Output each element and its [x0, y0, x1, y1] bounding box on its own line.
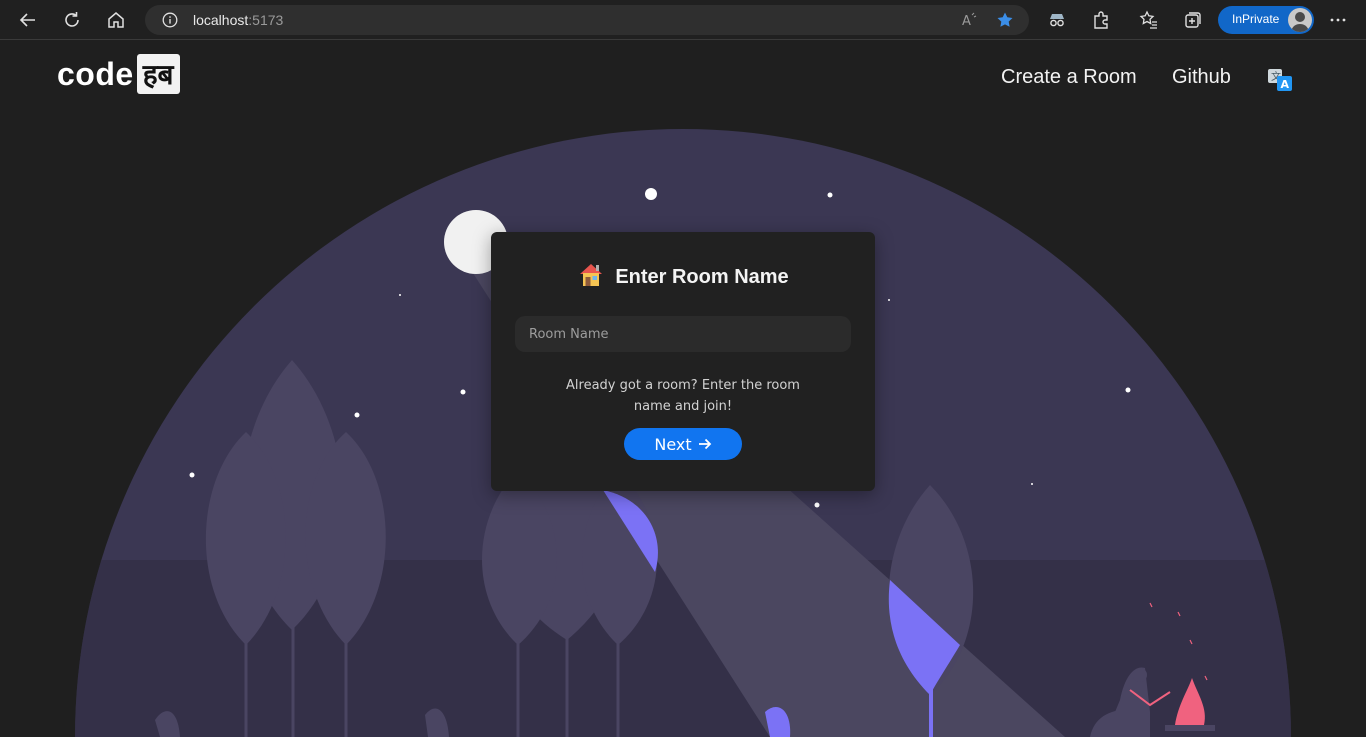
house-icon — [577, 262, 605, 292]
room-name-input[interactable] — [515, 316, 851, 352]
nav-create-room-link[interactable]: Create a Room — [1001, 66, 1137, 89]
next-button-label: Next — [654, 434, 692, 454]
logo-text: code — [57, 55, 134, 92]
card-title: Enter Room Name — [615, 265, 789, 288]
translate-icon[interactable]: 文 A — [1268, 69, 1292, 95]
helper-text: Already got a room? Enter the room name … — [566, 378, 800, 414]
arrow-right-icon — [698, 437, 712, 451]
svg-text:A: A — [1281, 78, 1290, 91]
enter-room-card: Enter Room Name Already got a room? Ente… — [491, 232, 875, 491]
card-header: Enter Room Name — [491, 262, 875, 292]
logo-badge: हब — [136, 54, 180, 94]
site-logo[interactable]: code हब — [57, 54, 180, 94]
next-button[interactable]: Next — [624, 428, 742, 460]
nav-github-link[interactable]: Github — [1172, 66, 1231, 89]
